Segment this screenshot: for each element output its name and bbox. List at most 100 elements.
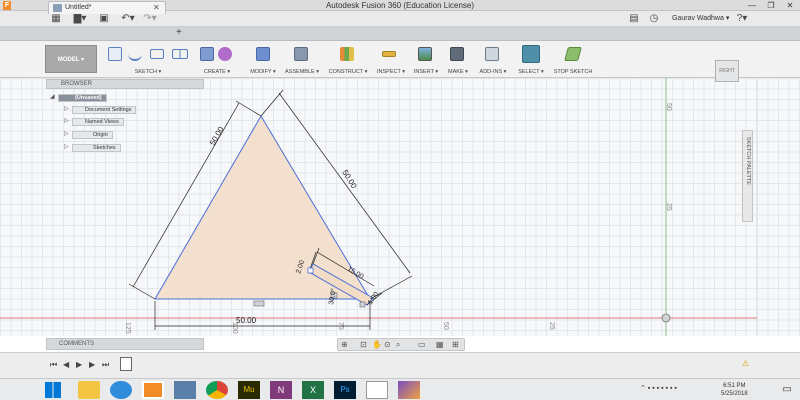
expand-arrow-icon[interactable]: ▷ [64,117,69,124]
collapse-arrow-icon[interactable]: ◢ [50,93,55,100]
orbit-icon[interactable]: ⊕ [341,340,348,349]
internet-explorer-icon[interactable] [110,381,132,399]
minimize-button[interactable]: — [743,0,761,11]
go-to-start-icon[interactable]: ⏮ [50,360,57,370]
system-tray-icons[interactable]: ⌃ ▪ ▪ ▪ ▪ ▪ ▪ ▪ [640,384,677,392]
file-explorer-icon[interactable] [78,381,100,399]
help-icon[interactable]: ?▾ [734,13,750,25]
go-to-end-icon[interactable]: ⏭ [102,360,109,370]
select-menu[interactable]: SELECT ▾ [514,41,548,78]
fusion-360-taskbar-icon[interactable] [142,381,164,399]
document-tab[interactable]: Untitled* ✕ [48,1,166,14]
right-side-dimension[interactable]: 50.00 [340,168,359,190]
display-settings-icon[interactable]: ▭ [418,340,426,349]
close-button[interactable]: ✕ [781,0,799,11]
horizontal-ruler-label-75: 75 [337,322,344,330]
pan-icon[interactable]: ✋ [372,340,382,349]
redo-icon[interactable]: ↷▾ [142,13,158,25]
windows-start-icon[interactable] [45,382,61,398]
workspace-switcher[interactable]: MODEL ▾ [45,45,97,73]
press-pull-icon[interactable] [256,47,270,61]
left-side-dimension[interactable]: 50.00 [208,125,226,147]
construct-menu[interactable]: CONSTRUCT ▾ [326,41,370,78]
expand-arrow-icon[interactable]: ▷ [64,143,69,150]
undo-icon[interactable]: ↶▾ [120,13,136,25]
taskbar-clock[interactable]: 6:51 PM 5/25/2018 [721,382,748,398]
3d-print-icon[interactable] [450,47,464,61]
sketch-menu-label: SKETCH ▾ [134,69,162,75]
play-icon[interactable]: ▶ [76,360,82,369]
document-icon [53,4,62,12]
onenote-icon[interactable]: N [270,381,292,399]
notifications-icon[interactable]: ▭ [780,383,794,397]
step-forward-icon[interactable]: ▶ [89,360,95,369]
warning-icon[interactable]: ⚠ [742,359,749,368]
origin-point-icon[interactable] [661,313,671,323]
new-tab-button[interactable]: + [176,27,182,38]
joint-icon[interactable] [294,47,308,61]
snipping-tool-icon[interactable] [398,381,420,399]
maximize-button[interactable]: ❐ [762,0,780,11]
muse-icon[interactable]: Mu [238,381,260,399]
sketch-edit-icon[interactable] [108,47,122,61]
excel-icon[interactable]: X [302,381,324,399]
user-account-menu[interactable]: Gaurav Wadhwa ▾ [672,14,729,22]
scripts-icon[interactable] [485,47,499,61]
blank-document-icon[interactable] [366,381,388,399]
document-settings-label: Document Settings [72,106,137,114]
viewports-icon[interactable]: ⊞ [452,340,459,349]
job-status-icon[interactable]: ▤ [628,13,640,25]
save-icon[interactable]: ▣ [98,13,110,25]
chrome-icon[interactable] [206,381,228,399]
arc-icon[interactable] [128,47,142,61]
comments-panel[interactable]: COMMENTS [46,338,204,350]
root-component-label: (Unsaved) [58,94,107,102]
modify-menu-label: MODIFY ▾ [250,69,276,75]
offset-plane-icon[interactable] [340,47,354,61]
expand-arrow-icon[interactable]: ▷ [64,105,69,112]
timeline-sketch-feature-icon[interactable] [120,357,132,371]
extrude-icon[interactable] [200,47,214,61]
bottom-dimension[interactable]: 50.00 [236,316,257,325]
browser-header[interactable]: BROWSER [46,79,204,89]
clock-date: 5/25/2018 [721,391,748,397]
measure-icon[interactable] [382,51,396,57]
trim-icon[interactable] [172,49,188,59]
rectangle-icon[interactable] [150,49,164,59]
point-constraint-icon[interactable] [307,267,314,274]
viewcube[interactable]: RIGHT [715,60,739,82]
file-manager-icon[interactable] [174,381,196,399]
insert-menu-label: INSERT ▾ [413,69,439,75]
close-tab-icon[interactable]: ✕ [153,3,160,12]
insert-image-icon[interactable] [418,47,432,61]
add-ins-menu[interactable]: ADD-INS ▾ [476,41,510,78]
select-cursor-icon[interactable] [522,45,540,63]
slot-end-dimension[interactable]: 1.00 [367,291,381,306]
horizontal-ruler-label-125: 125 [124,322,131,334]
insert-menu[interactable]: INSERT ▾ [412,41,440,78]
expand-arrow-icon[interactable]: ▷ [64,130,69,137]
perpendicular-constraint-icon[interactable] [359,301,366,308]
file-menu-icon[interactable]: ▇▾ [72,13,88,25]
modify-menu[interactable]: MODIFY ▾ [246,41,280,78]
document-tab-name: Untitled* [65,4,92,11]
step-back-icon[interactable]: ◀ [63,360,69,369]
create-menu[interactable]: CREATE ▾ [196,41,238,78]
stop-sketch-button[interactable]: STOP SKETCH [552,41,594,78]
sketch-palette-tab[interactable]: SKETCH PALETTE [742,130,753,222]
data-panel-grid-icon[interactable]: ▦ [50,13,62,25]
sketch-menu[interactable]: SKETCH ▾ [104,41,192,78]
look-at-icon[interactable]: ⊡ [360,340,367,349]
zoom-icon[interactable]: ⊙ [384,340,391,349]
grid-settings-icon[interactable]: ▦ [436,340,444,349]
stop-sketch-icon[interactable] [564,47,582,61]
create-form-icon[interactable] [218,47,232,61]
horizontal-ruler-label-50: 50 [442,322,449,330]
photoshop-icon[interactable]: Ps [334,381,356,399]
zoom-window-icon[interactable]: ⌕ [396,340,400,350]
horizontal-constraint-icon[interactable] [253,300,265,307]
inspect-menu[interactable]: INSPECT ▾ [374,41,408,78]
make-menu[interactable]: MAKE ▾ [444,41,472,78]
assemble-menu[interactable]: ASSEMBLE ▾ [282,41,322,78]
clock-history-icon[interactable]: ◷ [648,13,660,25]
